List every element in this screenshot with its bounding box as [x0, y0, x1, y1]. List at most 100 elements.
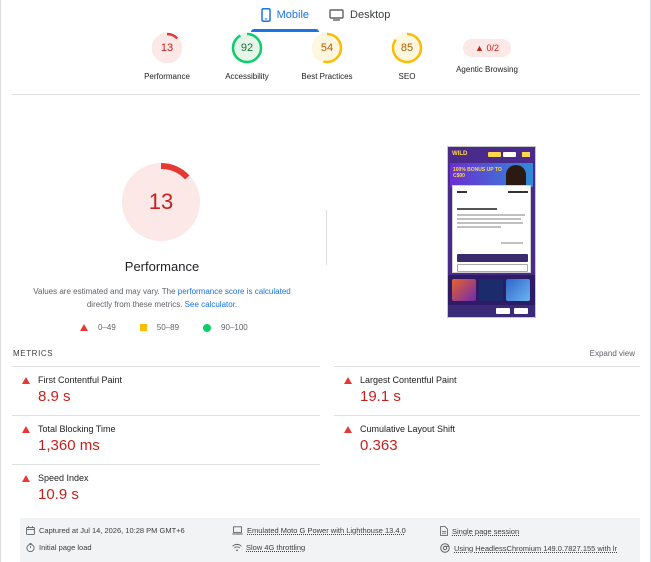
- metrics-divider: [12, 366, 320, 367]
- metric-name: Total Blocking Time: [38, 424, 116, 434]
- performance-score-link[interactable]: performance score is calculated: [178, 287, 291, 296]
- thumbnail-footer: [448, 305, 535, 317]
- browser-version-text: Using HeadlessChromium 149.0.7827.155 wi…: [454, 543, 618, 553]
- metric-value: 10.9 s: [38, 486, 79, 503]
- performance-score: 13: [160, 42, 174, 54]
- thumbnail-login-button: [488, 152, 501, 157]
- metrics-divider: [334, 366, 640, 367]
- run-info-panel: Captured at Jul 14, 2026, 10:28 PM GMT+6…: [20, 518, 640, 562]
- calendar-icon: [26, 526, 35, 535]
- tab-desktop[interactable]: Desktop: [319, 0, 400, 30]
- category-performance[interactable]: 13 Performance: [122, 32, 212, 81]
- thumbnail-modal-line: [457, 218, 521, 220]
- thumbnail-hero-person: [506, 165, 526, 187]
- laptop-icon: [232, 526, 243, 535]
- metric-name: Largest Contentful Paint: [360, 375, 457, 385]
- thumbnail-modal-line: [457, 222, 523, 224]
- initial-page-load-text: Initial page load: [39, 543, 92, 552]
- thumbnail-game-tile: [506, 279, 530, 301]
- accessibility-score: 92: [240, 42, 254, 54]
- category-best-practices[interactable]: 54 Best Practices: [282, 32, 372, 81]
- thumbnail-modal-line: [501, 242, 523, 244]
- hero-divider: [326, 210, 327, 265]
- seo-score: 85: [400, 42, 414, 54]
- monitor-icon: [329, 9, 344, 21]
- single-page-session[interactable]: Single page session: [440, 526, 519, 536]
- thumbnail-footer-button: [496, 308, 510, 314]
- metric-value: 8.9 s: [38, 388, 71, 405]
- thumbnail-logo: WILD: [452, 151, 468, 157]
- wifi-icon: [232, 543, 242, 552]
- thumbnail-customize-button: [457, 264, 528, 272]
- emulated-device[interactable]: Emulated Moto G Power with Lighthouse 13…: [232, 526, 406, 535]
- performance-label: Performance: [144, 72, 190, 81]
- thumbnail-game-tile: [479, 279, 503, 301]
- expand-view-button[interactable]: Expand view: [590, 349, 635, 358]
- accessibility-gauge: 92: [231, 32, 263, 64]
- device-tabs: Mobile Desktop: [0, 0, 651, 32]
- browser-version[interactable]: Using HeadlessChromium 149.0.7827.155 wi…: [440, 543, 617, 553]
- category-agentic-browsing[interactable]: ▲ 0/2 Agentic Browsing: [442, 32, 532, 74]
- category-accessibility[interactable]: 92 Accessibility: [202, 32, 292, 81]
- thumbnail-header: WILD 100% BONUS UP TO C$00: [448, 147, 535, 275]
- metric-name: Cumulative Layout Shift: [360, 424, 456, 434]
- network-throttling[interactable]: Slow 4G throttling: [232, 543, 305, 552]
- fail-triangle-icon: [344, 426, 352, 433]
- see-calculator-link[interactable]: See calculator.: [185, 300, 237, 309]
- initial-page-load: Initial page load: [26, 543, 92, 552]
- metrics-divider: [12, 415, 320, 416]
- description-middle: directly from these metrics.: [86, 300, 185, 309]
- chrome-icon: [440, 543, 450, 553]
- thumbnail-modal-line: [457, 191, 467, 193]
- legend-average: 50–89: [139, 323, 180, 332]
- metrics-divider: [12, 464, 320, 465]
- document-icon: [440, 526, 448, 536]
- score-legend: 0–49 50–89 90–100: [80, 323, 272, 332]
- thumbnail-cookie-modal: [452, 185, 531, 273]
- metrics-divider: [334, 415, 640, 416]
- fail-triangle-icon: [22, 426, 30, 433]
- best-practices-label: Best Practices: [301, 72, 353, 81]
- category-seo[interactable]: 85 SEO: [362, 32, 452, 81]
- tab-mobile-label: Mobile: [276, 9, 310, 21]
- legend-average-range: 50–89: [156, 323, 180, 332]
- captured-at-text: Captured at Jul 14, 2026, 10:28 PM GMT+6: [39, 526, 185, 535]
- single-page-session-text: Single page session: [452, 526, 520, 536]
- tab-mobile[interactable]: Mobile: [250, 0, 320, 32]
- pass-circle-icon: [203, 323, 212, 332]
- tab-desktop-label: Desktop: [350, 9, 391, 21]
- seo-label: SEO: [398, 72, 416, 81]
- network-throttling-text: Slow 4G throttling: [246, 543, 306, 552]
- legend-pass-range: 90–100: [221, 323, 248, 332]
- best-practices-gauge: 54: [311, 32, 343, 64]
- metric-name: Speed Index: [38, 473, 89, 483]
- thumbnail-signup-button: [503, 152, 516, 157]
- metric-value: 0.363: [360, 437, 398, 454]
- smartphone-icon: [260, 8, 271, 22]
- category-scores: 13 Performance 92 Accessibility 54 Best …: [12, 32, 640, 94]
- performance-gauge: 13: [151, 32, 183, 64]
- average-square-icon: [139, 324, 147, 331]
- legend-fail-range: 0–49: [98, 323, 116, 332]
- final-screenshot-thumbnail[interactable]: WILD 100% BONUS UP TO C$00: [447, 146, 536, 318]
- fail-triangle-icon: [22, 475, 30, 482]
- metrics-heading: METRICS: [13, 349, 54, 358]
- performance-hero-score: 13: [148, 189, 174, 214]
- thumbnail-hero-text: 100% BONUS UP TO C$00: [453, 167, 502, 179]
- thumbnail-game-tile: [452, 279, 476, 301]
- description-prefix: Values are estimated and may vary. The: [33, 287, 178, 296]
- accessibility-label: Accessibility: [225, 72, 269, 81]
- metric-name: First Contentful Paint: [38, 375, 123, 385]
- metric-value: 19.1 s: [360, 388, 401, 405]
- fail-triangle-icon: [80, 324, 88, 331]
- page-border-left: [0, 0, 1, 562]
- metric-value: 1,360 ms: [38, 437, 100, 454]
- legend-fail: 0–49: [80, 323, 116, 332]
- performance-hero-gauge: 13: [119, 160, 203, 244]
- emulated-device-text: Emulated Moto G Power with Lighthouse 13…: [247, 526, 406, 535]
- best-practices-score: 54: [320, 42, 334, 54]
- thumbnail-modal-line: [457, 214, 525, 216]
- performance-description: Values are estimated and may vary. The p…: [26, 285, 298, 311]
- thumbnail-modal-line: [508, 191, 528, 193]
- thumbnail-menu-icon: [522, 152, 530, 157]
